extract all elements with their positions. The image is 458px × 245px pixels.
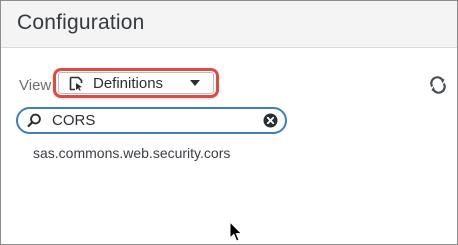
clear-icon[interactable]: [263, 113, 278, 128]
chevron-down-icon: [190, 80, 200, 86]
view-select[interactable]: Definitions: [58, 72, 214, 94]
definitions-icon: [69, 76, 83, 91]
refresh-icon[interactable]: [429, 76, 447, 94]
search-input[interactable]: [52, 111, 252, 130]
search-field[interactable]: [16, 107, 287, 134]
page-title: Configuration: [17, 11, 145, 34]
list-item[interactable]: sas.commons.web.security.cors: [33, 145, 230, 161]
panel-header: Configuration: [1, 1, 457, 48]
mouse-pointer-icon: [229, 221, 243, 242]
configuration-panel: Configuration View Definitions sas.commo…: [0, 0, 458, 245]
view-select-value: Definitions: [93, 75, 164, 92]
search-icon: [27, 113, 41, 128]
view-label: View: [19, 77, 52, 94]
